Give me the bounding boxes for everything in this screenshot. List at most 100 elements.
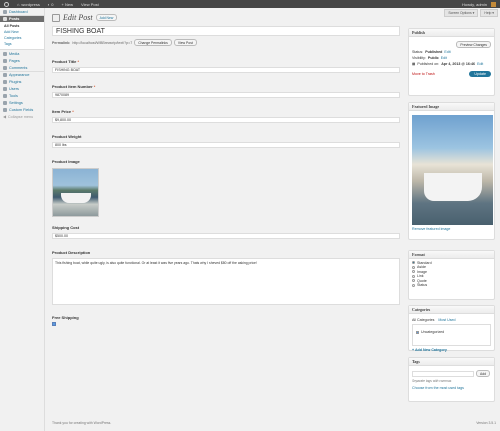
tags-hint: Separate tags with commas [412,379,452,383]
category-checklist: Uncategorized [412,324,491,346]
help-button[interactable]: Help ▾ [480,9,498,17]
free-shipping-checkbox[interactable] [52,322,56,326]
avatar [491,1,496,7]
menu-comments[interactable]: Comments [0,64,44,71]
featured-image[interactable] [412,115,493,225]
settings-icon [3,100,7,105]
tab-all-categories[interactable]: All Categories [412,318,434,322]
page-header: Edit Post Add New [52,13,118,22]
view-post-link[interactable]: View Post [77,2,103,7]
product-description-label: Product Description [52,250,91,255]
new-content-menu[interactable]: + New [58,2,77,7]
comments-icon [3,65,7,70]
shipping-cost-input[interactable]: $500.00 [52,233,400,239]
home-icon: ⌂ [17,1,20,7]
remove-featured-image-link[interactable]: Remove featured image [412,227,491,231]
published-on-row: ▦ Published on: Apr 4, 2013 @ 16:46 Edit [412,62,484,66]
format-box-title: Format [409,251,494,259]
custom-fields-icon [3,107,7,112]
posts-submenu: All Posts Add New Categories Tags [0,22,44,50]
free-shipping-label: Free Shipping [52,315,79,320]
collapse-menu-button[interactable]: ◀ Collapse menu [0,113,44,120]
my-account-menu[interactable]: Howdy, admin [458,1,500,7]
screen-options-button[interactable]: Screen Options ▾ [444,9,479,17]
page-title: Edit Post [63,13,93,22]
menu-tools[interactable]: Tools [0,92,44,99]
calendar-icon: ▦ [412,62,416,66]
edit-status-link[interactable]: Edit [444,50,450,54]
footer-version: Version 3.5.1 [476,421,496,425]
format-radio-status[interactable] [412,283,415,287]
product-weight-input[interactable]: 800 lbs [52,142,400,148]
item-price-label: Item Price * [52,109,74,114]
site-name-link[interactable]: ⌂ wordpress [13,2,44,7]
pin-icon [3,17,7,21]
media-icon [3,51,7,56]
tags-box: Tags Add Separate tags with commas Choos… [408,357,495,402]
add-tag-button[interactable]: Add [476,370,491,377]
menu-settings[interactable]: Settings [0,99,44,106]
menu-media[interactable]: Media [0,50,44,57]
tools-icon [3,93,7,98]
view-post-button[interactable]: View Post [173,39,197,46]
post-status-row: Status: Published Edit [412,50,451,54]
menu-pages[interactable]: Pages [0,57,44,64]
update-button[interactable]: Update [469,71,491,77]
featured-image-title: Featured Image [409,103,494,111]
edit-date-link[interactable]: Edit [477,62,483,66]
tab-most-used[interactable]: Most Used [438,318,455,322]
comment-icon: ▪ [47,1,50,7]
post-title-input[interactable]: FISHING BOAT [52,26,400,36]
pin-icon [52,13,60,22]
comments-link[interactable]: ▪ 0 [44,2,58,7]
format-box: Format Standard Aside Image Link Quote S… [408,250,495,300]
edit-visibility-link[interactable]: Edit [441,56,447,60]
menu-posts[interactable]: Posts [0,15,44,22]
menu-appearance[interactable]: Appearance [0,71,44,78]
format-radio-link[interactable] [412,274,415,278]
change-permalinks-button[interactable]: Change Permalinks [134,39,172,46]
wp-logo-menu[interactable] [0,1,13,7]
category-checkbox-uncategorized[interactable] [416,330,419,334]
add-new-button[interactable]: Add New [95,14,118,21]
tag-input[interactable] [412,370,474,377]
product-title-input[interactable]: FISHING BOAT [52,67,400,73]
featured-image-box: Featured Image Remove featured image [408,102,495,240]
menu-users[interactable]: Users [0,85,44,92]
categories-box-title: Categories [409,306,494,314]
item-price-input[interactable]: $9,800.00 [52,117,400,123]
submenu-tags[interactable]: Tags [0,41,44,47]
categories-box: Categories All Categories Most Used Unca… [408,305,495,352]
collapse-arrow-icon: ◀ [3,115,6,119]
visibility-row: Visibility: Public Edit [412,56,447,60]
boat-graphic [424,173,482,201]
product-weight-label: Product Weight [52,134,82,139]
format-radio-standard[interactable] [412,261,415,264]
plugin-icon [3,79,7,84]
admin-menu: Dashboard Posts All Posts Add New Catego… [0,8,45,431]
move-to-trash-link[interactable]: Move to Trash [412,72,435,76]
footer-thanks: Thank you for creating with WordPress. [52,421,112,425]
screen-meta-links: Screen Options ▾ Help ▾ [444,9,498,17]
choose-most-used-tags-link[interactable]: Choose from the most used tags [412,386,491,390]
dashboard-icon [3,9,7,14]
format-radio-image[interactable] [412,270,415,273]
product-image[interactable] [52,168,99,217]
format-radio-quote[interactable] [412,279,415,282]
page-icon [3,58,7,63]
tags-box-title: Tags [409,358,494,366]
preview-changes-button[interactable]: Preview Changes [456,41,491,48]
shipping-cost-label: Shipping Cost [52,225,80,230]
menu-dashboard[interactable]: Dashboard [0,8,44,15]
product-item-number-label: Product Item Number * [52,84,96,89]
permalink-url[interactable]: http://localhost/WBBrewcrip/text/?p=7 [72,41,132,45]
product-item-number-input[interactable]: 9870089 [52,92,400,98]
boat-graphic [61,193,91,203]
product-title-label: Product Title * [52,59,80,64]
format-radio-aside[interactable] [412,265,415,269]
wordpress-logo-icon [4,1,9,7]
add-new-category-link[interactable]: + Add New Category [412,348,491,352]
menu-custom-fields[interactable]: Custom Fields [0,106,44,113]
product-description-textarea[interactable]: This fishing boat, while quite ugly, is … [52,258,400,305]
menu-plugins[interactable]: Plugins [0,78,44,85]
